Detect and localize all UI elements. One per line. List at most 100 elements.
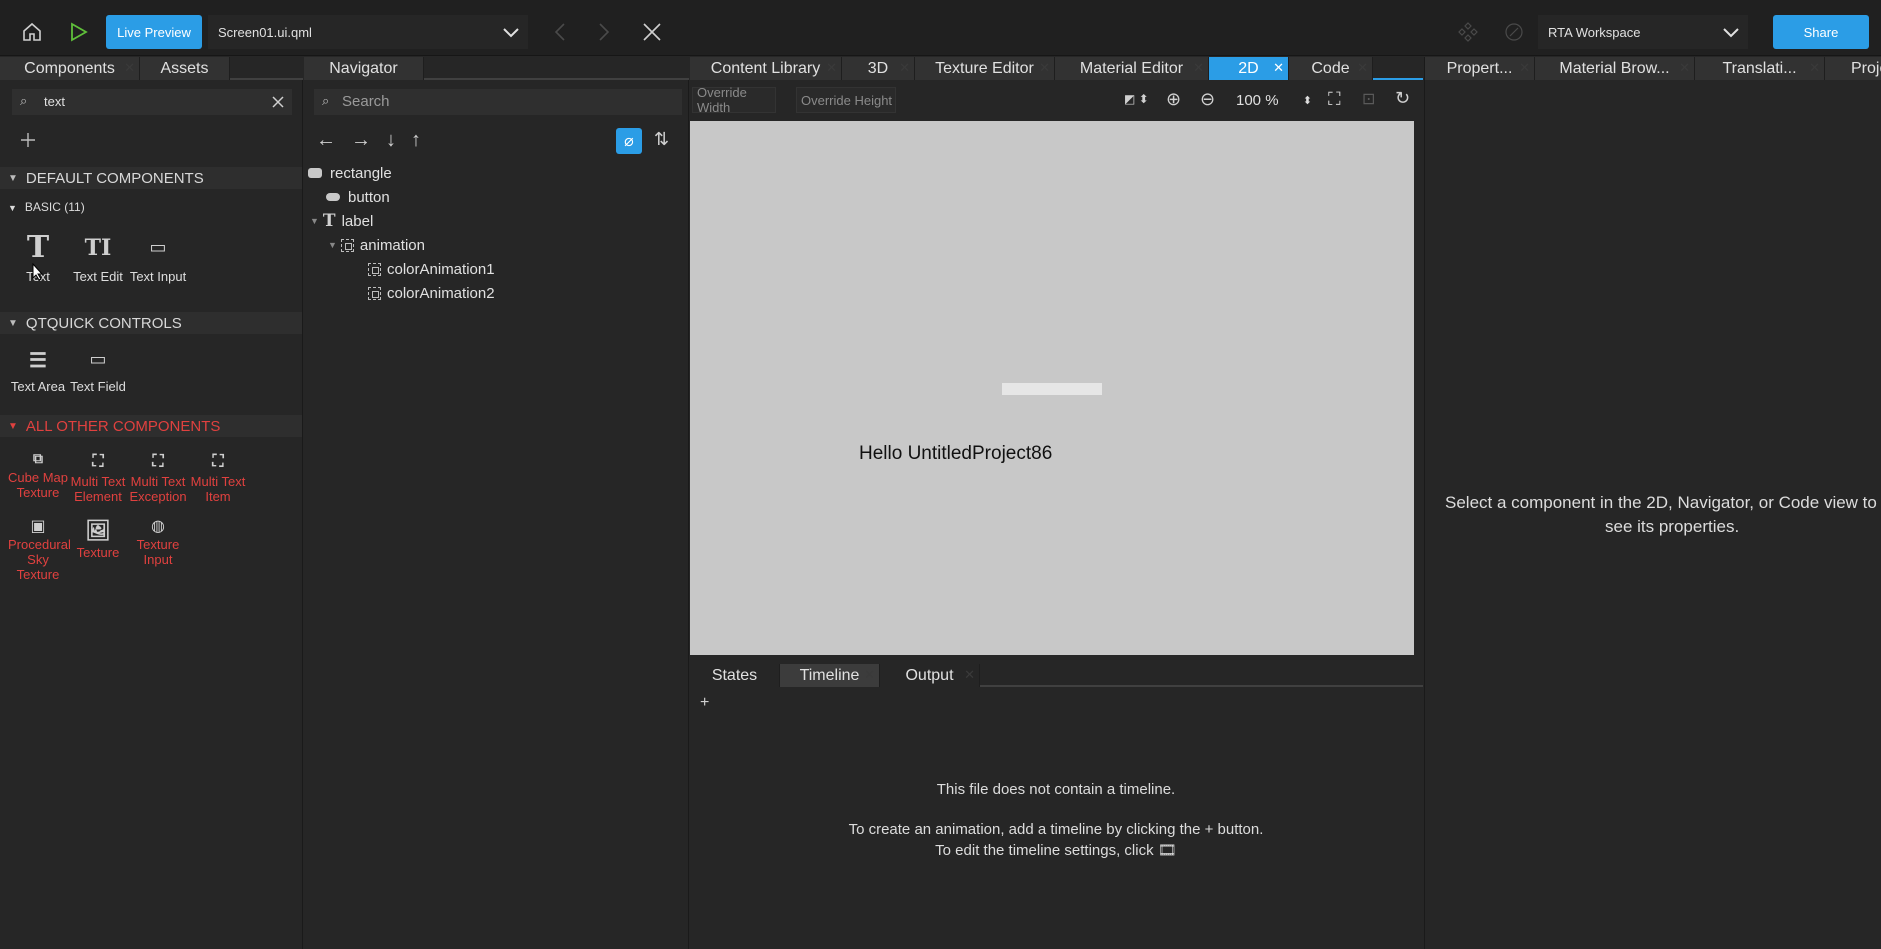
multi-text-item-icon: ⛶	[212, 451, 224, 470]
zoom-in-icon[interactable]: ⊕	[1166, 89, 1181, 110]
arrow-down-icon[interactable]: ↓	[386, 129, 396, 152]
section-default-components[interactable]: ▼ DEFAULT COMPONENTS	[0, 167, 302, 189]
file-selector[interactable]: Screen01.ui.qml	[208, 15, 528, 49]
component-procedural-sky-texture[interactable]: ▣ Procedural Sky Texture	[8, 517, 71, 583]
run-icon[interactable]	[64, 18, 92, 46]
tab-components[interactable]: Components ✕	[0, 57, 140, 80]
close-icon[interactable]: ✕	[864, 667, 875, 683]
tree-item-coloranimation1[interactable]: colorAnimation1	[368, 259, 495, 279]
component-multi-text-element[interactable]: ⛶ Multi Text Element	[68, 450, 128, 504]
arrow-left-icon[interactable]: ←	[316, 129, 336, 152]
home-icon[interactable]	[18, 18, 46, 46]
text-component-icon: T	[26, 230, 50, 265]
workspace-selector[interactable]: RTA Workspace	[1538, 15, 1748, 49]
back-icon[interactable]	[548, 18, 572, 46]
component-text-field[interactable]: ▭ Text Field	[68, 347, 128, 394]
section-qtquick-controls[interactable]: ▼ QTQUICK CONTROLS	[0, 312, 302, 334]
hide-icon[interactable]: ⌀	[616, 128, 642, 154]
close-icon[interactable]: ✕	[1273, 60, 1284, 76]
search-input[interactable]: text	[44, 94, 65, 109]
tab-material-browser[interactable]: Material Brow... ✕	[1535, 57, 1695, 80]
fit-selection-icon[interactable]: ⊡	[1362, 89, 1375, 109]
tree-item-button[interactable]: button	[326, 187, 390, 207]
tab-content-library[interactable]: Content Library ✕	[690, 57, 842, 80]
component-label: Text Edit	[73, 269, 123, 284]
app-window: Live Preview Screen01.ui.qml RTA Workspa…	[0, 0, 1881, 949]
component-icon[interactable]	[1456, 20, 1480, 44]
component-text-edit[interactable]: TI Text Edit	[68, 233, 128, 284]
component-texture-input[interactable]: ◍ Texture Input	[128, 517, 188, 568]
forward-icon[interactable]	[592, 18, 616, 46]
tab-assets[interactable]: Assets	[140, 57, 230, 80]
collapse-triangle-icon: ▼	[8, 420, 18, 432]
section-title: QTQUICK CONTROLS	[25, 314, 182, 332]
close-icon[interactable]: ✕	[899, 60, 910, 76]
canvas-label-text[interactable]: Hello UntitledProject86	[859, 443, 1052, 465]
tree-item-label: rectangle	[330, 164, 392, 182]
tab-translations[interactable]: Translati... ✕	[1695, 57, 1825, 80]
navigator-search-field[interactable]: ⌕ Search	[314, 89, 682, 115]
background-color-icon[interactable]: ◩ ⬍	[1124, 92, 1149, 106]
tab-label: Content Library	[710, 59, 821, 77]
tree-item-animation[interactable]: ▼ animation	[328, 235, 425, 255]
close-icon[interactable]: ✕	[964, 667, 975, 683]
close-icon[interactable]: ✕	[124, 60, 135, 76]
close-icon[interactable]: ✕	[1193, 60, 1204, 76]
override-height-field[interactable]: Override Height	[796, 87, 896, 113]
reset-view-icon[interactable]: ↻	[1395, 88, 1410, 109]
tab-texture-editor[interactable]: Texture Editor ✕	[915, 57, 1055, 80]
tree-item-label: button	[348, 188, 390, 206]
tree-item-coloranimation2[interactable]: colorAnimation2	[368, 283, 495, 303]
close-icon[interactable]: ✕	[1809, 60, 1820, 76]
tab-3d[interactable]: 3D ✕	[842, 57, 915, 80]
tab-timeline[interactable]: Timeline ✕	[780, 664, 880, 687]
tab-material-editor[interactable]: Material Editor ✕	[1055, 57, 1209, 80]
component-search-field[interactable]: ⌕ text	[12, 89, 292, 115]
tree-item-rectangle[interactable]: rectangle	[308, 163, 392, 183]
sort-icon[interactable]: ⇅	[654, 129, 669, 150]
expand-triangle-icon[interactable]: ▼	[328, 240, 337, 250]
share-button[interactable]: Share	[1773, 15, 1869, 49]
component-text-area[interactable]: ☰ Text Area	[8, 347, 68, 394]
tab-2d[interactable]: 2D ✕	[1209, 57, 1289, 80]
tab-properties[interactable]: Propert... ✕	[1425, 57, 1535, 80]
zoom-selector[interactable]: 100 % ⬍	[1230, 87, 1316, 113]
component-text-input[interactable]: ▭ Text Input	[128, 233, 188, 284]
close-document-icon[interactable]	[638, 18, 666, 46]
add-module-icon[interactable]	[20, 132, 36, 148]
edit-component-icon[interactable]	[1502, 20, 1526, 44]
tab-label: Code	[1311, 59, 1350, 77]
zoom-out-icon[interactable]: ⊖	[1200, 89, 1215, 110]
close-icon[interactable]: ✕	[1357, 60, 1368, 76]
component-multi-text-exception[interactable]: ⛶ Multi Text Exception	[128, 450, 188, 504]
component-multi-text-item[interactable]: ⛶ Multi Text Item	[188, 450, 248, 504]
expand-triangle-icon[interactable]: ▼	[310, 216, 319, 226]
search-input[interactable]: Search	[342, 93, 390, 110]
live-preview-button[interactable]: Live Preview	[106, 15, 202, 49]
fit-to-view-icon[interactable]: ⛶	[1328, 89, 1341, 110]
close-icon[interactable]: ✕	[826, 60, 837, 76]
design-canvas[interactable]: Hello UntitledProject86	[690, 121, 1414, 655]
subsection-basic[interactable]: ▼ BASIC (11)	[8, 200, 85, 214]
component-texture[interactable]: 🖼 Texture	[68, 517, 128, 560]
tab-output[interactable]: Output ✕	[880, 664, 980, 687]
add-timeline-button[interactable]: +	[700, 694, 709, 712]
top-toolbar: Live Preview Screen01.ui.qml RTA Workspa…	[0, 0, 1881, 56]
close-icon[interactable]: ✕	[1039, 60, 1050, 76]
arrow-right-icon[interactable]: →	[351, 129, 371, 152]
tree-item-label[interactable]: ▼ T label	[310, 211, 373, 231]
close-icon[interactable]: ✕	[1679, 60, 1690, 76]
section-all-other-components[interactable]: ▼ ALL OTHER COMPONENTS	[0, 415, 302, 437]
tab-code[interactable]: Code ✕	[1289, 57, 1373, 80]
canvas-button[interactable]	[1002, 383, 1102, 395]
mouse-cursor-icon	[32, 263, 44, 281]
tab-navigator[interactable]: Navigator	[304, 57, 424, 80]
tab-project[interactable]: Proje	[1825, 57, 1881, 80]
clear-search-icon[interactable]	[272, 96, 284, 108]
close-icon[interactable]: ✕	[1519, 60, 1530, 76]
tab-states[interactable]: States	[690, 664, 780, 687]
tab-label: Material Brow...	[1559, 59, 1670, 77]
component-cube-map-texture[interactable]: ⧉ Cube Map Texture	[8, 450, 68, 500]
override-width-field[interactable]: Override Width	[692, 85, 776, 115]
arrow-up-icon[interactable]: ↑	[411, 129, 421, 152]
